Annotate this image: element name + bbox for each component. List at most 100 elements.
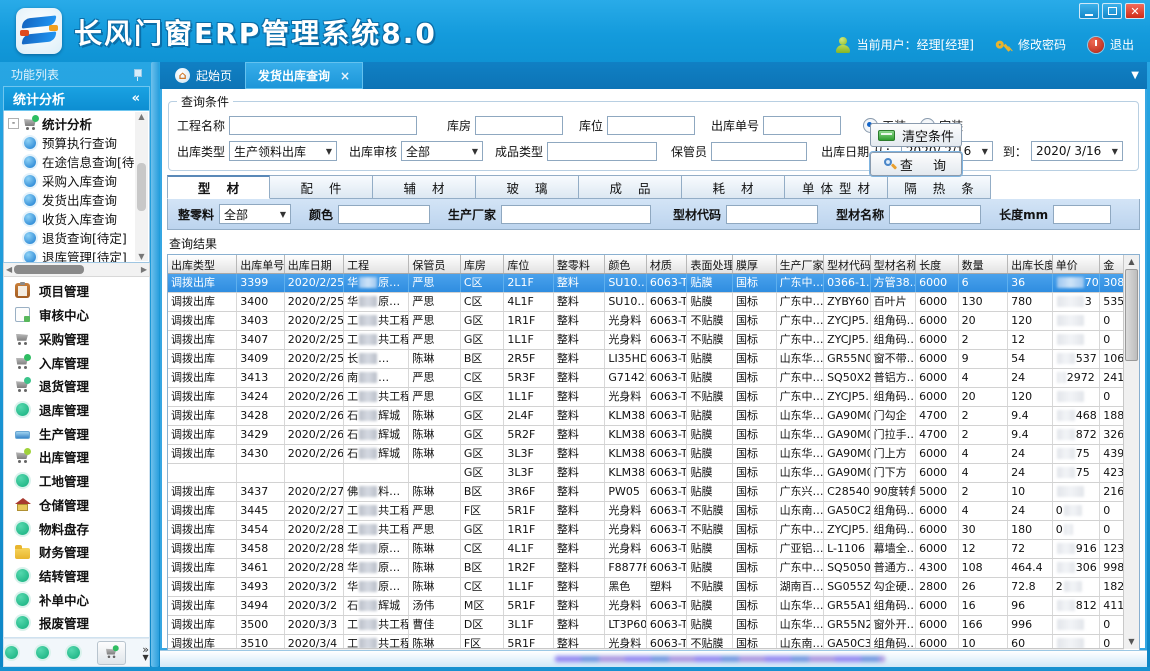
column-header-表面处理[interactable]: 表面处理: [687, 255, 733, 273]
minimize-button[interactable]: [1079, 3, 1099, 19]
table-row[interactable]: 调拨出库34452020/2/27工共工程严思F区5R1F整料光身料6063-T…: [168, 502, 1124, 521]
table-row[interactable]: 调拨出库34582020/2/28华原…陈琳C区4L1F整料光身料6063-T5…: [168, 540, 1124, 559]
tree-root[interactable]: - 统计分析: [8, 114, 135, 133]
tab-list-dropdown-icon[interactable]: ▼: [1131, 70, 1139, 81]
column-header-型材名称[interactable]: 型材名称: [871, 255, 917, 273]
material-tab-配件[interactable]: 配 件: [270, 175, 373, 199]
sidebar-item-工地管理[interactable]: 工地管理: [4, 471, 149, 490]
scroll-up-icon[interactable]: ▲: [1128, 255, 1134, 269]
search-button[interactable]: 查 询: [870, 152, 962, 176]
column-header-金[interactable]: 金: [1100, 255, 1124, 273]
pin-icon[interactable]: [132, 68, 142, 81]
tree-toggle-icon[interactable]: -: [8, 118, 19, 129]
cart-module-button[interactable]: [97, 641, 126, 665]
clear-conditions-button[interactable]: 清空条件: [870, 123, 962, 147]
table-row[interactable]: 调拨出库34932020/3/2华原…陈琳C区1L1F整料黑色塑料不贴膜国标湖南…: [168, 578, 1124, 597]
tree-item[interactable]: 收货入库查询: [8, 209, 135, 228]
table-row[interactable]: 调拨出库34302020/2/26石辉城陈琳G区3L3F整料KLM3817606…: [168, 445, 1124, 464]
column-header-生产厂家[interactable]: 生产厂家: [777, 255, 825, 273]
sidebar-item-退库管理[interactable]: 退库管理: [4, 400, 149, 419]
table-row[interactable]: 调拨出库34282020/2/26石辉城陈琳G区2L4F整料KLM3817606…: [168, 407, 1124, 426]
sidebar-item-入库管理[interactable]: 入库管理: [4, 353, 149, 372]
keeper-input[interactable]: [711, 142, 807, 161]
scroll-up-icon[interactable]: ▲: [138, 112, 144, 121]
column-header-颜色[interactable]: 颜色: [605, 255, 647, 273]
sidebar-item-补单中心[interactable]: 补单中心: [4, 590, 149, 609]
table-row[interactable]: 调拨出库33992020/2/25华原…严思C区2L1F整料SU10…6063-…: [168, 274, 1124, 293]
table-row[interactable]: 调拨出库34612020/2/28华原…陈琳B区1R2F整料F8877FT606…: [168, 559, 1124, 578]
material-tab-单体型材[interactable]: 单体型材: [785, 175, 888, 199]
sidebar-item-出库管理[interactable]: 出库管理: [4, 447, 149, 466]
logout-button[interactable]: 退出: [1088, 36, 1134, 53]
table-row[interactable]: 调拨出库34542020/2/28工共工程严思G区1R1F整料光身料6063-T…: [168, 521, 1124, 540]
sidebar-item-采购管理[interactable]: 采购管理: [4, 329, 149, 348]
sidebar-item-财务管理[interactable]: 财务管理: [4, 542, 149, 561]
profile-name-input[interactable]: [889, 205, 981, 224]
table-row[interactable]: 调拨出库34292020/2/26石辉城陈琳G区5R2F整料KLM3817606…: [168, 426, 1124, 445]
close-button[interactable]: ✕: [1125, 3, 1145, 19]
column-header-工程[interactable]: 工程: [344, 255, 409, 273]
column-header-库位[interactable]: 库位: [504, 255, 553, 273]
tree-item[interactable]: 在途信息查询[待: [8, 152, 135, 171]
material-tab-耗材[interactable]: 耗 材: [682, 175, 785, 199]
table-row[interactable]: 调拨出库34942020/3/2石辉城汤伟M区5R1F整料光身料6063-T5贴…: [168, 597, 1124, 616]
sidebar-item-项目管理[interactable]: 项目管理: [4, 281, 149, 300]
table-row[interactable]: 调拨出库35002020/3/3工共工程曹佳D区3L1F整料LT3P606063…: [168, 616, 1124, 635]
table-row[interactable]: 调拨出库34242020/2/26工共工程严思G区1L1F整料光身料6063-T…: [168, 388, 1124, 407]
material-tab-辅材[interactable]: 辅 材: [373, 175, 476, 199]
overflow-chevron[interactable]: »▼: [142, 644, 149, 662]
length-input[interactable]: [1053, 205, 1111, 224]
table-row[interactable]: G区3L3F整料KLM38176063-T5贴膜国标山东华…GA90M09.门下…: [168, 464, 1124, 483]
maker-input[interactable]: [501, 205, 651, 224]
column-header-出库长度[interactable]: 出库长度: [1008, 255, 1053, 273]
tree-item[interactable]: 预算执行查询: [8, 133, 135, 152]
module-dot-icon[interactable]: [67, 646, 80, 659]
column-header-库房[interactable]: 库房: [461, 255, 505, 273]
tree-horizontal-scrollbar[interactable]: ◀ ▶: [3, 263, 150, 277]
column-header-出库类型[interactable]: 出库类型: [168, 255, 237, 273]
date-to-picker[interactable]: 2020/ 3/16▼: [1031, 141, 1123, 161]
scroll-down-icon[interactable]: ▼: [138, 252, 144, 261]
column-header-型材代码[interactable]: 型材代码: [824, 255, 871, 273]
scroll-right-icon[interactable]: ▶: [141, 265, 147, 274]
splitter-handle[interactable]: [151, 62, 159, 667]
warehouse-input[interactable]: [475, 116, 563, 135]
column-header-出库日期[interactable]: 出库日期: [285, 255, 344, 273]
tree-item[interactable]: 退货查询[待定]: [8, 228, 135, 247]
tree-item[interactable]: 发货出库查询: [8, 190, 135, 209]
scroll-down-icon[interactable]: ▼: [1128, 635, 1134, 649]
tree-item[interactable]: 退库管理[待定]: [8, 247, 135, 263]
tab-close-icon[interactable]: ×: [340, 69, 350, 83]
project-name-input[interactable]: [229, 116, 417, 135]
module-dot-icon[interactable]: [5, 646, 18, 659]
scroll-left-icon[interactable]: ◀: [6, 265, 12, 274]
tab-shipment-query[interactable]: 发货出库查询 ×: [245, 62, 363, 89]
table-row[interactable]: 调拨出库34072020/2/25工共工程严思G区1L1F整料光身料6063-T…: [168, 331, 1124, 350]
table-row[interactable]: 调拨出库34132020/2/26南…严思C区5R3F整料G714226063-…: [168, 369, 1124, 388]
column-header-单价[interactable]: 单价: [1053, 255, 1101, 273]
tab-home[interactable]: ⌂ 起始页: [162, 62, 245, 89]
material-tab-型材[interactable]: 型 材: [167, 175, 270, 199]
sidebar-item-审核中心[interactable]: 审核中心: [4, 305, 149, 324]
audit-select[interactable]: 全部▼: [401, 141, 483, 161]
out-type-select[interactable]: 生产领料出库▼: [229, 141, 337, 161]
grid-vertical-scrollbar[interactable]: ▲ ▼: [1123, 255, 1139, 649]
column-header-膜厚[interactable]: 膜厚: [733, 255, 777, 273]
table-row[interactable]: 调拨出库34032020/2/25工共工程严思G区1R1F整料光身料6063-T…: [168, 312, 1124, 331]
sidebar-group-header[interactable]: 统计分析 «: [3, 86, 150, 111]
module-dot-icon[interactable]: [36, 646, 49, 659]
table-row[interactable]: 调拨出库34372020/2/27佛料…陈琳B区3R6F整料PW056063-T…: [168, 483, 1124, 502]
scroll-thumb[interactable]: [137, 163, 146, 211]
tree-vertical-scrollbar[interactable]: ▲ ▼: [135, 112, 148, 261]
order-no-input[interactable]: [763, 116, 841, 135]
sidebar-item-退货管理[interactable]: 退货管理: [4, 376, 149, 395]
change-password-button[interactable]: 修改密码: [996, 36, 1066, 53]
sidebar-item-生产管理[interactable]: 生产管理: [4, 424, 149, 443]
scroll-thumb[interactable]: [1125, 269, 1138, 361]
color-input[interactable]: [338, 205, 430, 224]
collapse-icon[interactable]: «: [132, 91, 140, 106]
material-tab-玻璃[interactable]: 玻 璃: [476, 175, 579, 199]
sidebar-item-报废管理[interactable]: 报废管理: [4, 613, 149, 632]
table-row[interactable]: 调拨出库34002020/2/25华原…严思C区4L1F整料SU10…6063-…: [168, 293, 1124, 312]
product-type-input[interactable]: [547, 142, 657, 161]
